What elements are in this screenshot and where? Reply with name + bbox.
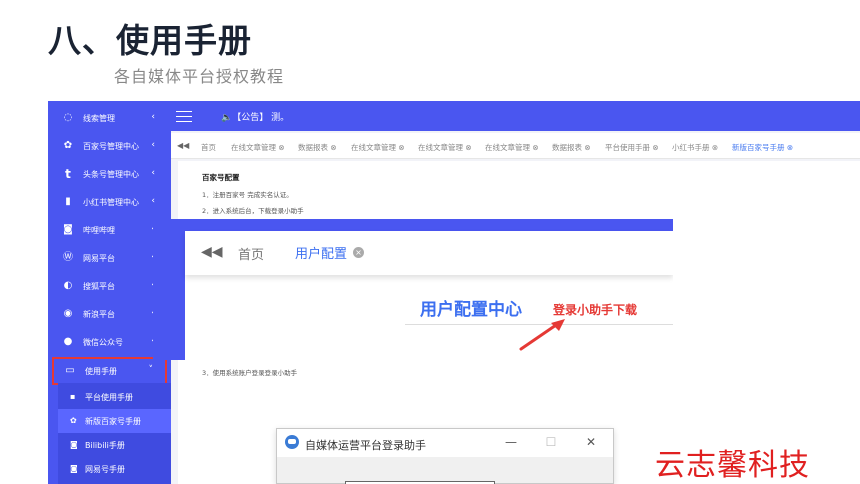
embedded-screenshot: ◀◀ 首页 用户配置 × 用户配置中心 登录小助手下载 xyxy=(153,219,673,360)
t-letter-icon: t xyxy=(65,167,71,181)
submenu-item-baijiahao-manual[interactable]: ✿ 新版百家号手册 xyxy=(58,409,171,433)
sidebar-item-leads[interactable]: ◌ 线索管理 ‹ xyxy=(48,104,171,132)
sidebar-item-label: 新浪平台 xyxy=(83,310,115,319)
paw-icon: ✿ xyxy=(63,140,73,151)
sidebar-item-baijiahao[interactable]: ✿ 百家号管理中心 ‹ xyxy=(48,132,171,160)
tab-platform-manual[interactable]: 平台使用手册 ⊗ xyxy=(605,142,659,153)
close-icon: × xyxy=(353,247,364,258)
login-helper-window: 自媒体运营平台登录助手 — ☐ ✕ xyxy=(276,428,614,484)
wechat-icon: ● xyxy=(63,336,73,347)
submenu-item-label: 新版百家号手册 xyxy=(85,417,141,426)
bilibili-icon: ◙ xyxy=(63,224,73,235)
slide-title: 八、使用手册 xyxy=(48,21,252,60)
maximize-button[interactable]: ☐ xyxy=(542,433,560,451)
tab-scroll-left-icon[interactable]: ◀◀ xyxy=(177,141,189,150)
submenu-item-platform-manual[interactable]: ▪ 平台使用手册 xyxy=(58,385,171,409)
tab-xiaohongshu-manual[interactable]: 小红书手册 ⊗ xyxy=(672,142,718,153)
submenu-item-label: Bilibili手册 xyxy=(85,441,125,450)
slide-subtitle: 各自媒体平台授权教程 xyxy=(114,67,285,86)
sidebar-item-xiaohongshu[interactable]: ▮ 小红书管理中心 ‹ xyxy=(48,188,171,216)
chevron-left-icon: ‹ xyxy=(151,196,155,206)
tab-article-management[interactable]: 在线文章管理 ⊗ xyxy=(485,142,539,153)
sidebar-item-label: 使用手册 xyxy=(85,367,117,376)
robot-icon xyxy=(285,435,299,449)
sidebar-item-manual[interactable]: ▭ 使用手册 ˅ xyxy=(52,357,167,385)
sidebar-item-label: 百家号管理中心 xyxy=(83,142,139,151)
tab-data-report[interactable]: 数据报表 ⊗ xyxy=(298,142,337,153)
sidebar-item-label: 网易平台 xyxy=(83,254,115,263)
sidebar-item-label: 线索管理 xyxy=(83,114,115,123)
chevron-left-icon: ‹ xyxy=(151,140,155,150)
submenu-item-label: 平台使用手册 xyxy=(85,393,133,402)
hamburger-menu-icon[interactable] xyxy=(176,111,192,122)
tab-home[interactable]: 首页 xyxy=(201,142,216,153)
doc-icon: ▪ xyxy=(70,392,76,401)
sidebar-item-label: 头条号管理中心 xyxy=(83,170,139,179)
dialog-titlebar: 自媒体运营平台登录助手 — ☐ ✕ xyxy=(277,429,613,457)
chevron-left-icon: ‹ xyxy=(151,168,155,178)
wordpress-icon: Ⓦ xyxy=(63,252,73,263)
tab-article-management[interactable]: 在线文章管理 ⊗ xyxy=(231,142,285,153)
tab-data-report[interactable]: 数据报表 ⊗ xyxy=(552,142,591,153)
tab-baijiahao-manual[interactable]: 新版百家号手册 ⊗ xyxy=(732,142,793,153)
manual-submenu: ▪ 平台使用手册 ✿ 新版百家号手册 ◙ Bilibili手册 ◙ 网易号手册 xyxy=(58,383,171,484)
step-1-text: 1．注册百家号 完成实名认证。 xyxy=(202,191,293,199)
embedded-tab-home: 首页 xyxy=(238,248,265,263)
embedded-scroll-left-icon: ◀◀ xyxy=(201,244,223,260)
close-button[interactable]: ✕ xyxy=(582,433,600,451)
submenu-item-netease-manual[interactable]: ◙ 网易号手册 xyxy=(58,457,171,481)
sidebar-item-label: 小红书管理中心 xyxy=(83,198,139,207)
sohu-icon: ◐ xyxy=(63,280,73,291)
minimize-button[interactable]: — xyxy=(502,433,520,451)
tab-article-management[interactable]: 在线文章管理 ⊗ xyxy=(418,142,472,153)
bilibili-icon: ◙ xyxy=(70,440,78,449)
submenu-item-label: 网易号手册 xyxy=(85,465,125,474)
step-2-text: 2．进入系统后台，下载登录小助手 xyxy=(202,207,304,215)
announcement-text: 🔈【公告】 测。 xyxy=(221,113,290,123)
submenu-item-bilibili-manual[interactable]: ◙ Bilibili手册 xyxy=(58,433,171,457)
tab-article-management[interactable]: 在线文章管理 ⊗ xyxy=(351,142,405,153)
tab-bar: ◀◀ 首页 在线文章管理 ⊗ 数据报表 ⊗ 在线文章管理 ⊗ 在线文章管理 ⊗ … xyxy=(171,133,860,159)
company-watermark: 云志馨科技 xyxy=(655,448,810,483)
weibo-icon: ◉ xyxy=(63,308,73,319)
paw-icon: ✿ xyxy=(70,416,77,425)
embedded-tab-bar: ◀◀ 首页 用户配置 × xyxy=(185,231,673,275)
chevron-down-icon: ˅ xyxy=(148,365,154,375)
chat-icon: ◌ xyxy=(63,112,73,123)
sidebar-item-label: 搜狐平台 xyxy=(83,282,115,291)
bilibili-icon: ◙ xyxy=(70,464,78,473)
embedded-heading: 用户配置中心 xyxy=(420,300,522,320)
step-3-text: 3．使用系统账户登录登录小助手 xyxy=(202,369,298,377)
sidebar-item-label: 微信公众号 xyxy=(83,338,123,347)
top-bar: 🔈【公告】 测。 xyxy=(171,101,860,131)
sidebar-item-label: 哔哩哔哩 xyxy=(83,226,115,235)
embedded-topbar xyxy=(185,219,673,231)
sidebar-item-toutiao[interactable]: t 头条号管理中心 ‹ xyxy=(48,160,171,188)
content-title: 百家号配置 xyxy=(202,173,240,182)
chevron-left-icon: ‹ xyxy=(151,112,155,122)
red-arrow-icon xyxy=(519,319,565,351)
embedded-tab-user-config: 用户配置 xyxy=(295,247,348,262)
embedded-sidebar xyxy=(153,219,185,360)
book-icon: ▮ xyxy=(65,196,71,207)
dialog-title: 自媒体运营平台登录助手 xyxy=(305,439,426,452)
manual-icon: ▭ xyxy=(65,365,75,376)
